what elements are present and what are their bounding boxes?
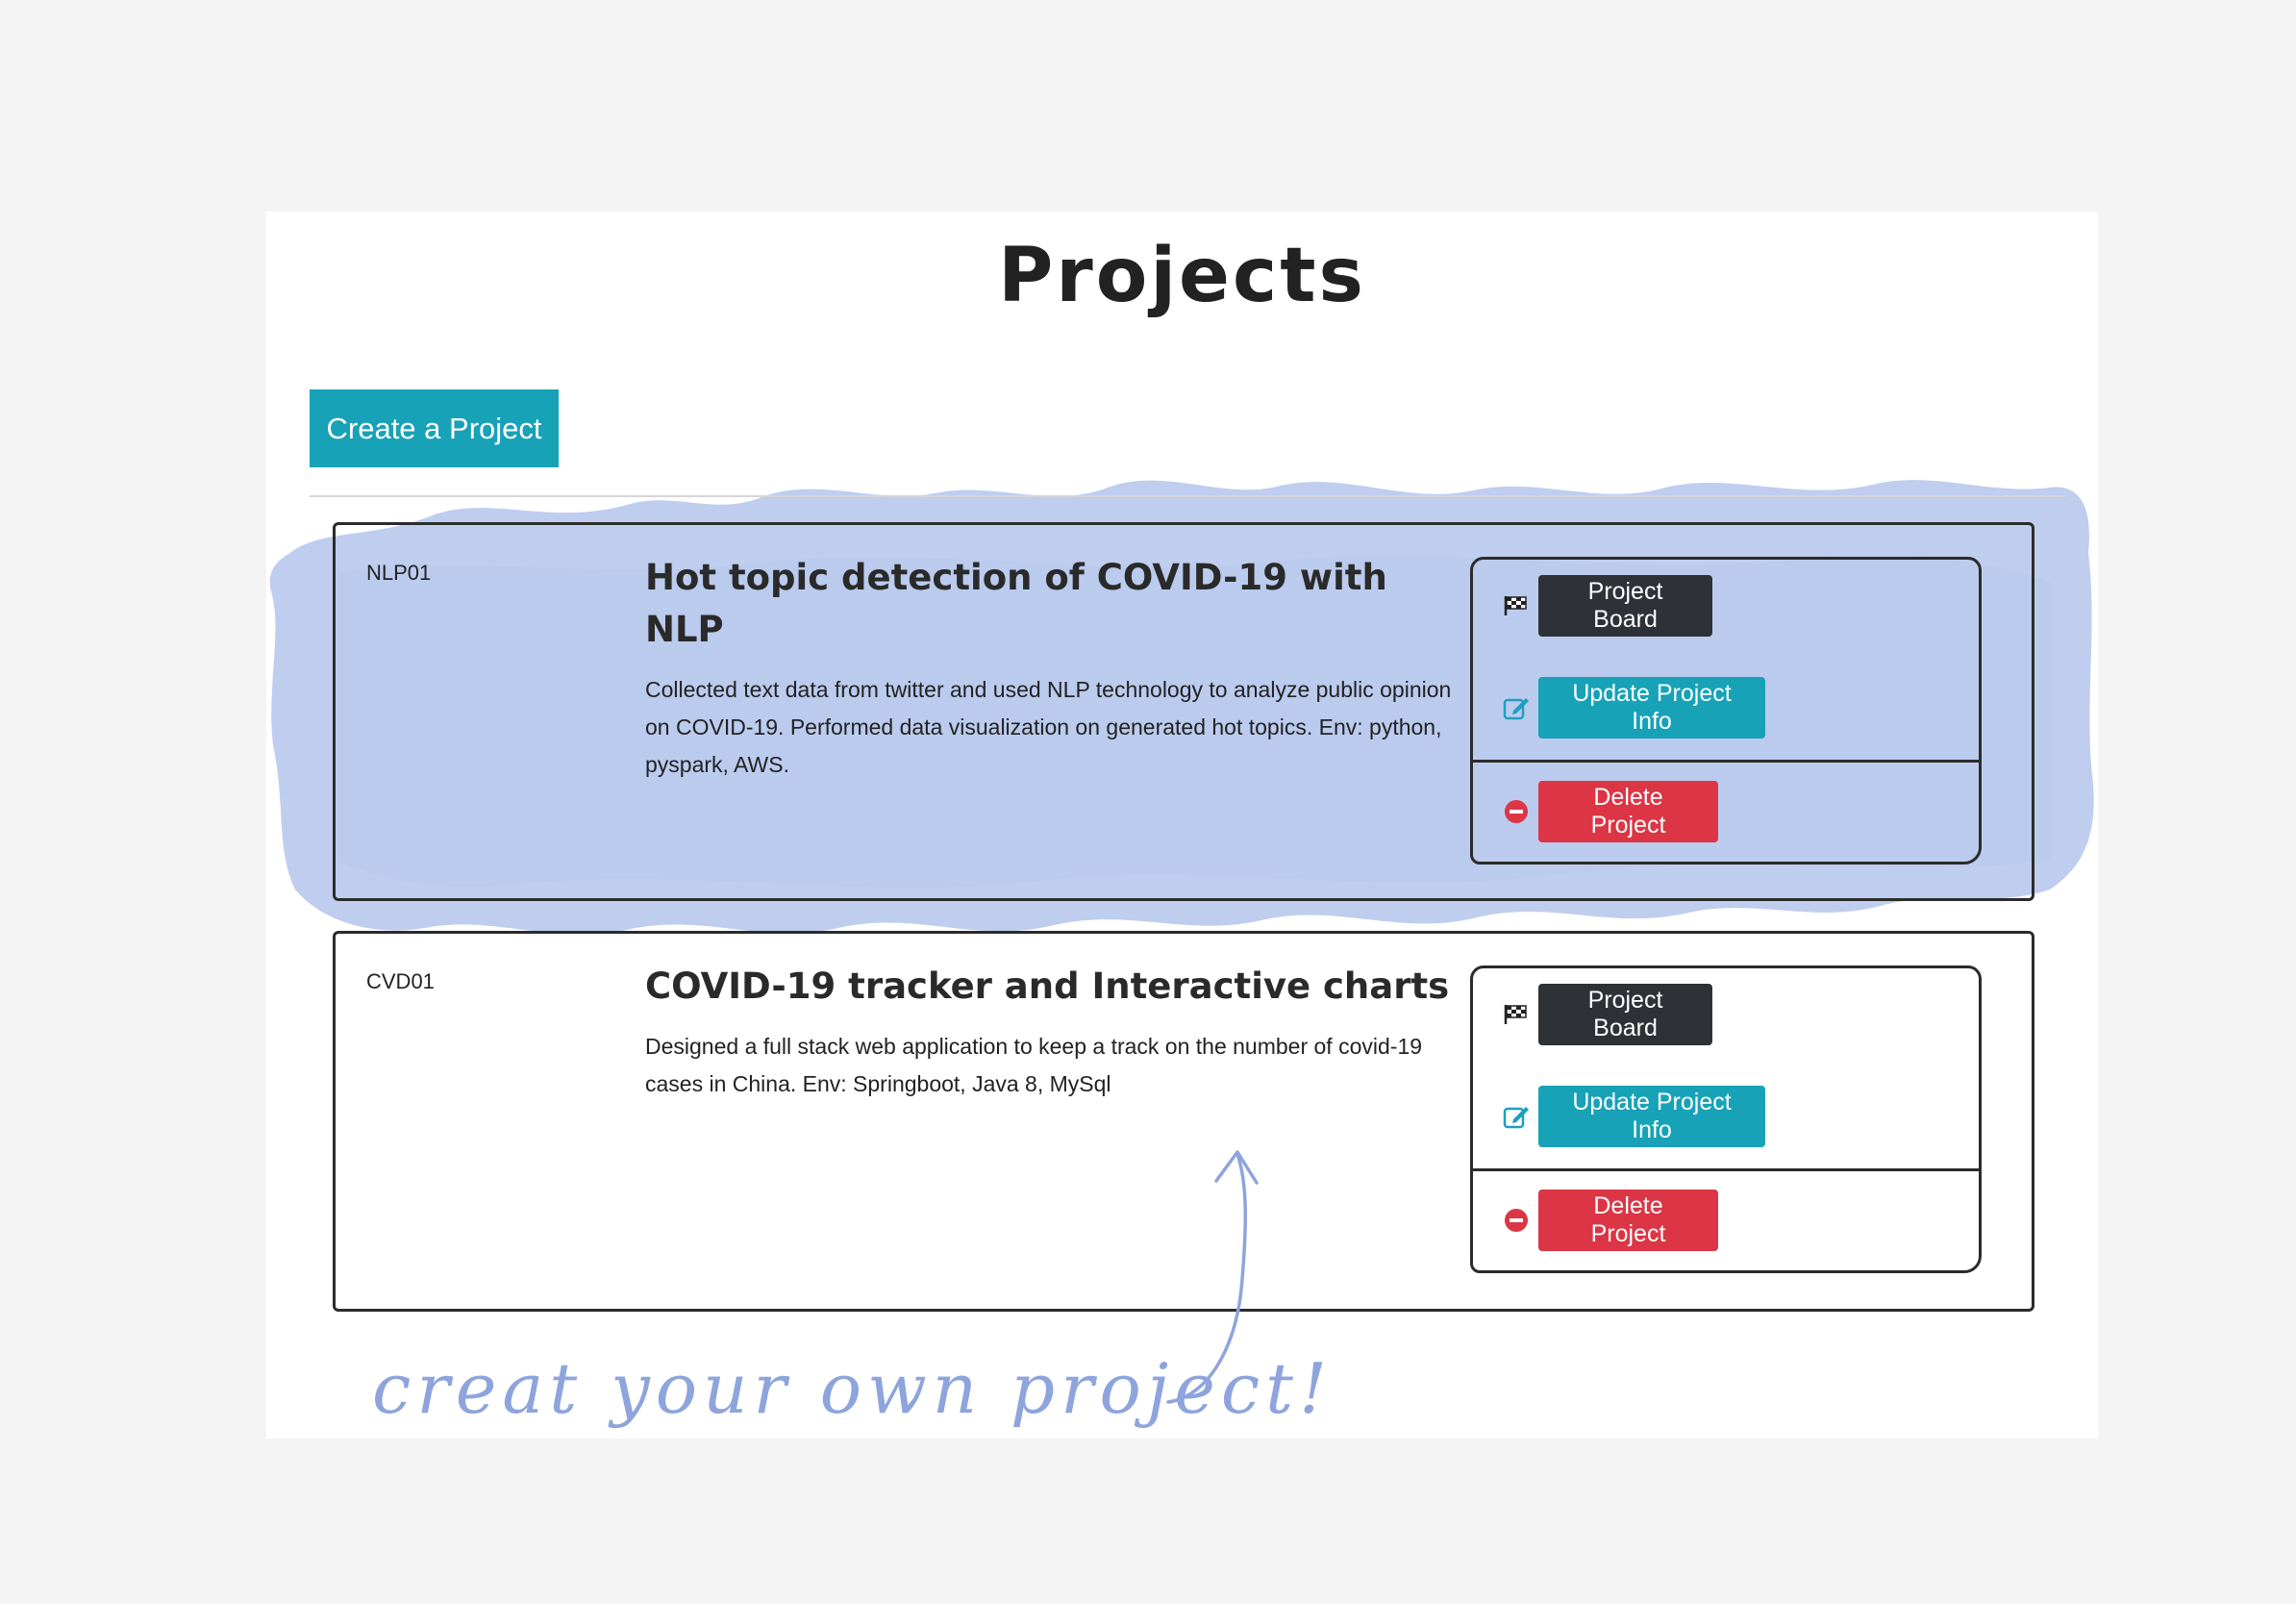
action-row-update: Update Project Info [1502, 677, 1765, 739]
delete-project-button[interactable]: Delete Project [1538, 781, 1718, 842]
checkered-flag-icon [1502, 1000, 1531, 1029]
action-row-delete: Delete Project [1502, 781, 1718, 842]
edit-pencil-icon [1502, 693, 1531, 722]
action-row-board: Project Board [1502, 575, 1712, 637]
actions-divider [1473, 760, 1979, 763]
header-divider [310, 495, 2065, 497]
project-description: Collected text data from twitter and use… [645, 677, 1452, 777]
minus-circle-icon [1502, 797, 1531, 826]
project-board-button[interactable]: Project Board [1538, 575, 1712, 637]
projects-page: Projects Create a Project NLP01 Hot topi… [266, 212, 2098, 1439]
handwritten-note: creat your own project! [372, 1348, 1334, 1429]
project-actions: Project Board Update Project Info Delete… [1470, 557, 1982, 865]
project-title: Hot topic detection of COVID-19 with NLP [645, 557, 1387, 650]
action-row-update: Update Project Info [1502, 1086, 1765, 1147]
action-row-delete: Delete Project [1502, 1190, 1718, 1251]
project-actions: Project Board Update Project Info Delete… [1470, 965, 1982, 1273]
action-row-board: Project Board [1502, 984, 1712, 1045]
project-content: COVID-19 tracker and Interactive charts … [645, 961, 1472, 1103]
page-title: Projects [998, 233, 1366, 319]
update-project-button[interactable]: Update Project Info [1538, 677, 1765, 739]
delete-project-button[interactable]: Delete Project [1538, 1190, 1718, 1251]
project-id: NLP01 [366, 561, 432, 585]
project-id: CVD01 [366, 969, 435, 993]
checkered-flag-icon [1502, 591, 1531, 620]
update-project-button[interactable]: Update Project Info [1538, 1086, 1765, 1147]
project-card: NLP01 Hot topic detection of COVID-19 wi… [333, 522, 2034, 901]
project-title: COVID-19 tracker and Interactive charts [645, 965, 1450, 1007]
project-card: CVD01 COVID-19 tracker and Interactive c… [333, 931, 2034, 1312]
project-board-button[interactable]: Project Board [1538, 984, 1712, 1045]
actions-divider [1473, 1168, 1979, 1171]
create-project-button[interactable]: Create a Project [310, 389, 559, 467]
edit-pencil-icon [1502, 1102, 1531, 1131]
project-content: Hot topic detection of COVID-19 with NLP… [645, 552, 1472, 784]
project-description: Designed a full stack web application to… [645, 1034, 1423, 1096]
minus-circle-icon [1502, 1206, 1531, 1235]
